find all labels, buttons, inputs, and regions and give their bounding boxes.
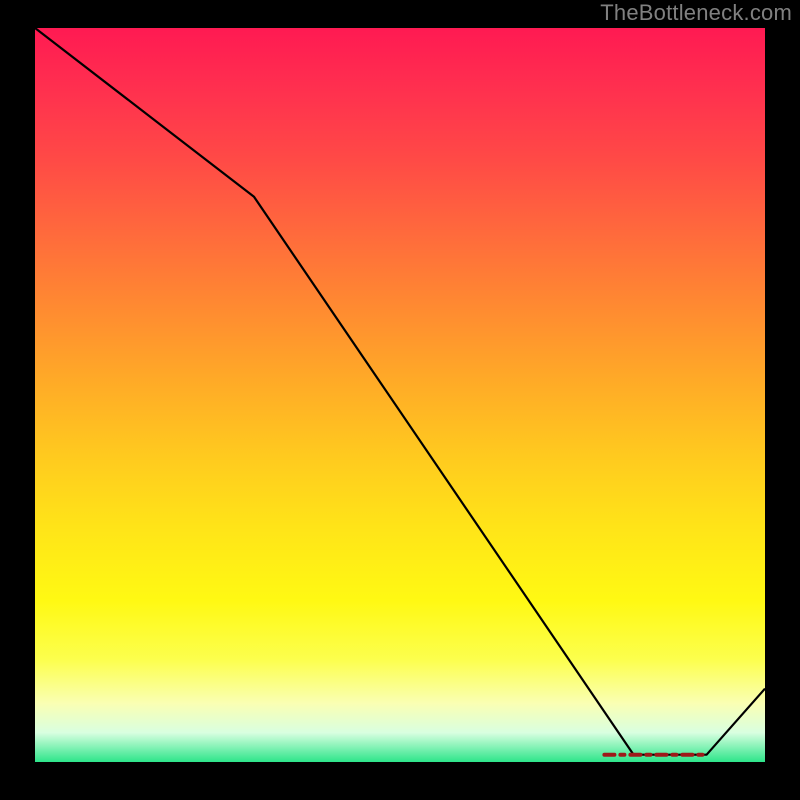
watermark-text: TheBottleneck.com: [600, 0, 792, 26]
plot-area: [35, 28, 765, 762]
chart-stage: TheBottleneck.com: [0, 0, 800, 800]
chart-svg: [35, 28, 765, 762]
bottleneck-curve: [35, 28, 765, 755]
